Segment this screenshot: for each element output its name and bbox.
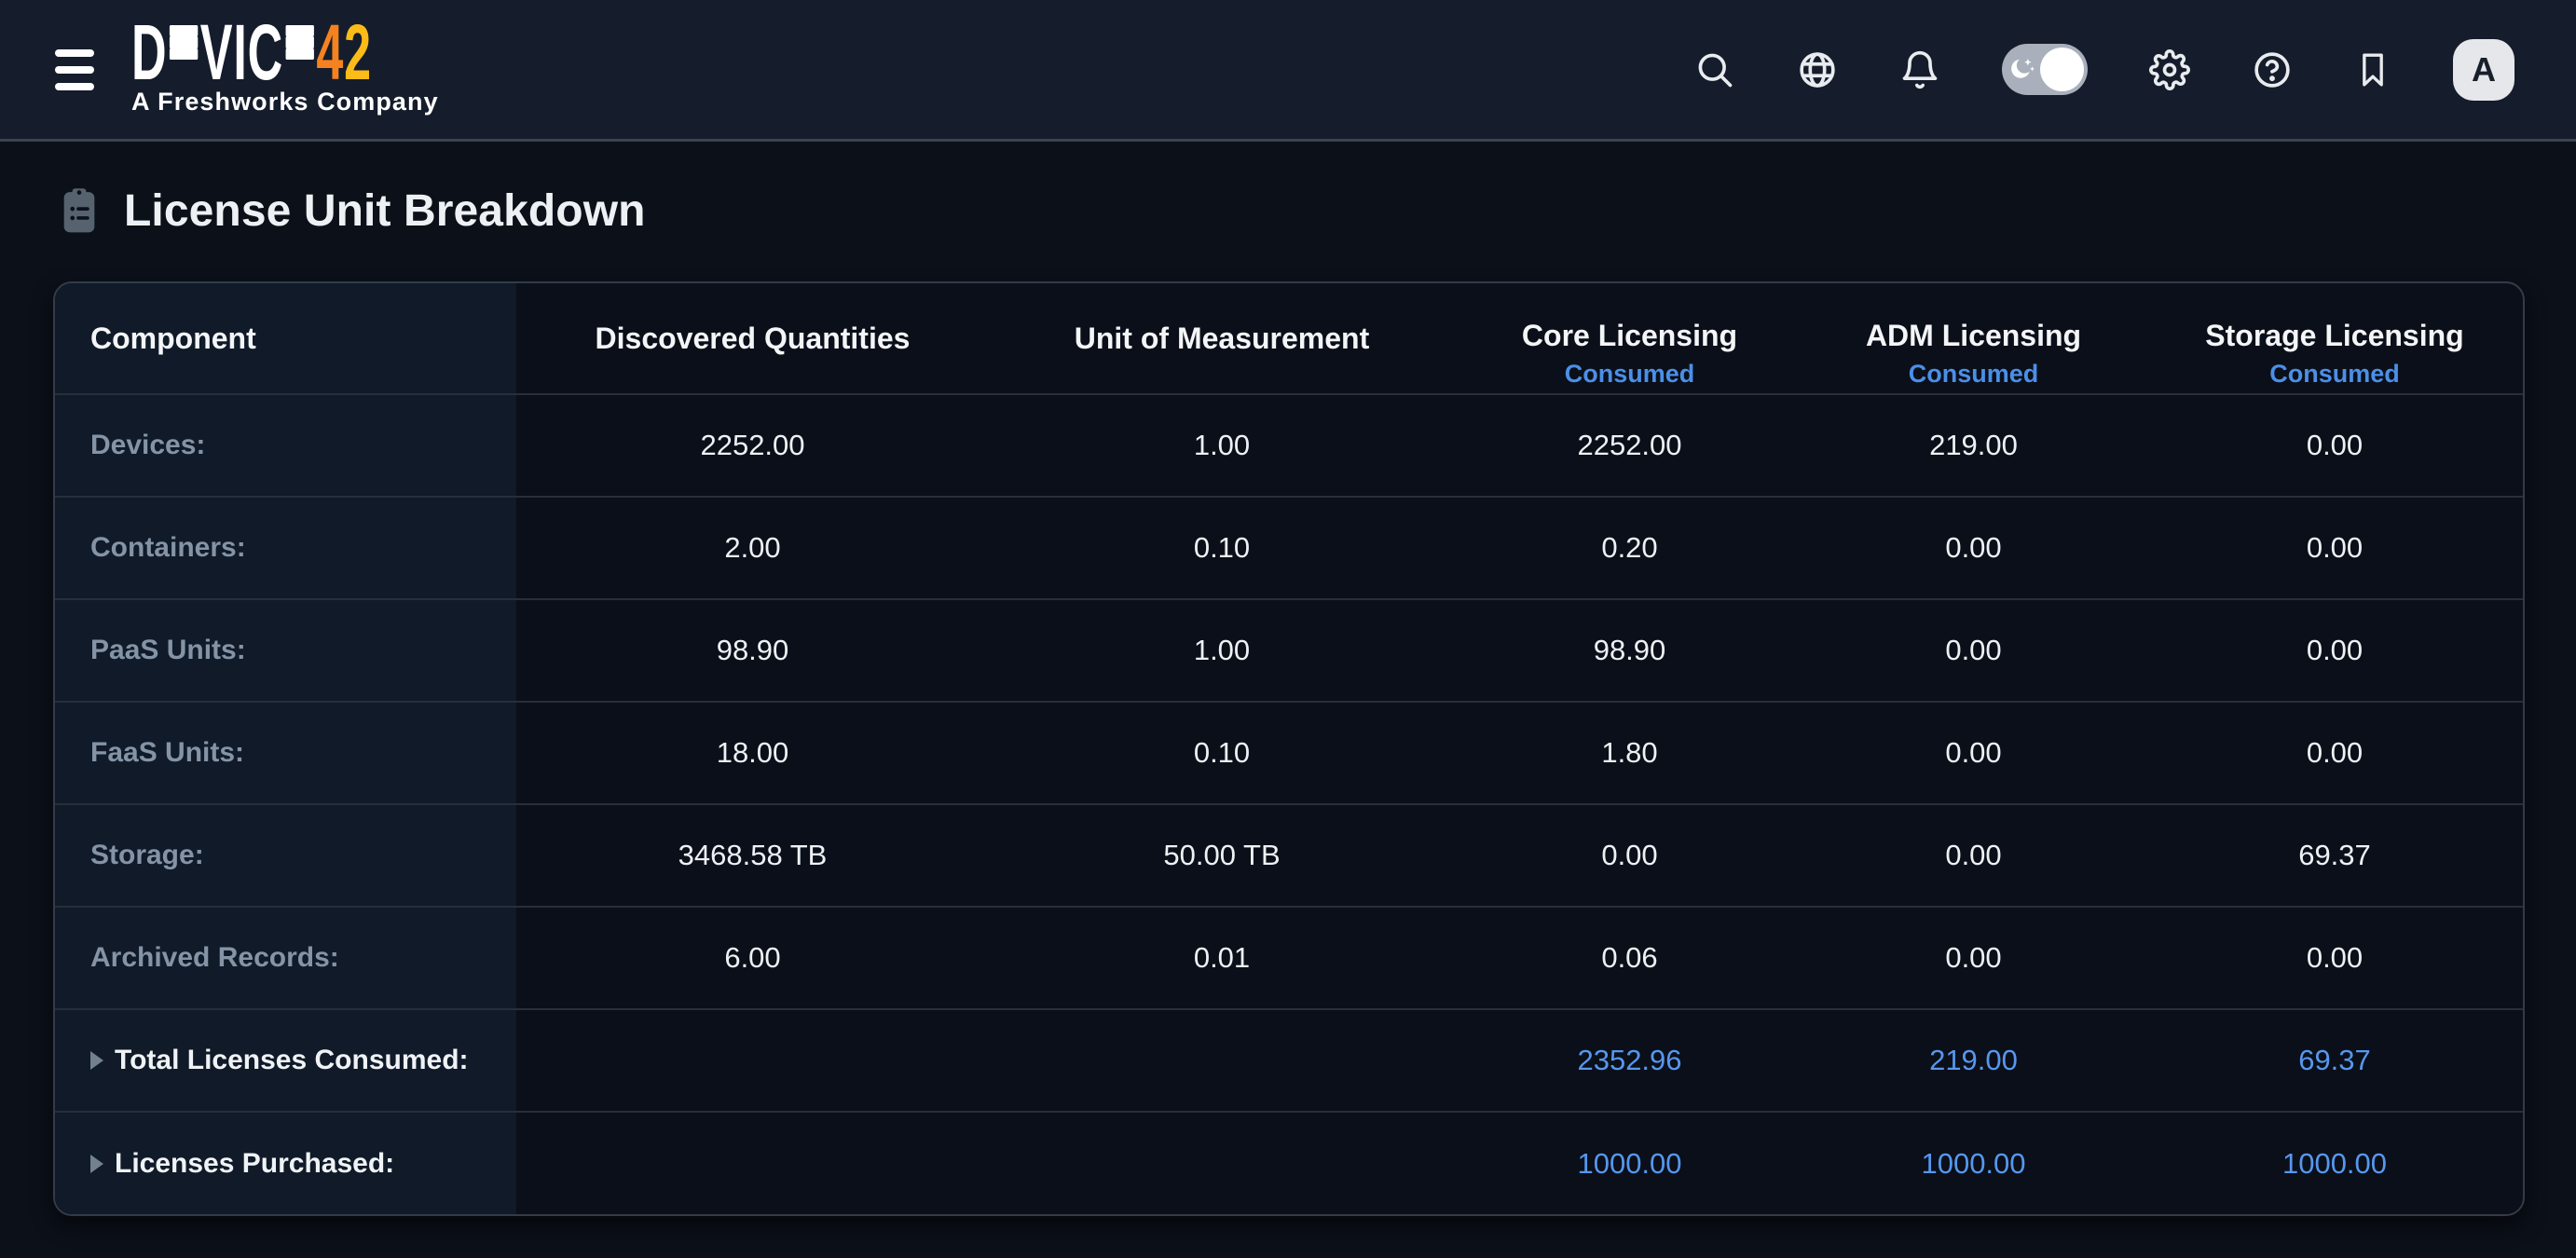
cell-component: FaaS Units: bbox=[55, 702, 516, 804]
cell-discovered bbox=[516, 1009, 989, 1112]
page-title: License Unit Breakdown bbox=[124, 185, 646, 237]
cell-core: 2252.00 bbox=[1455, 394, 1804, 497]
col-header-core: Core Licensing Consumed bbox=[1455, 283, 1804, 394]
cell-adm: 219.00 bbox=[1804, 394, 2143, 497]
top-navbar: DVIC42 A Freshworks Company bbox=[0, 0, 2576, 142]
bookmark-button[interactable] bbox=[2354, 49, 2391, 90]
cell-adm: 1000.00 bbox=[1804, 1112, 2143, 1214]
logo-text: DVIC42 bbox=[131, 22, 372, 82]
cell-adm: 0.00 bbox=[1804, 804, 2143, 907]
cell-core: 1000.00 bbox=[1455, 1112, 1804, 1214]
cell-unit: 50.00 TB bbox=[989, 804, 1455, 907]
avatar[interactable]: A bbox=[2453, 39, 2514, 101]
table-row: Archived Records: 6.00 0.01 0.06 0.00 0.… bbox=[55, 907, 2525, 1009]
table-row: Containers: 2.00 0.10 0.20 0.00 0.00 bbox=[55, 497, 2525, 599]
license-breakdown-table: Component Discovered Quantities Unit of … bbox=[55, 283, 2525, 1214]
cell-discovered bbox=[516, 1112, 989, 1214]
license-breakdown-table-card: Component Discovered Quantities Unit of … bbox=[53, 281, 2525, 1216]
col-subheader-core-consumed: Consumed bbox=[1565, 360, 1695, 389]
col-header-component: Component bbox=[55, 283, 516, 394]
cell-component: Devices: bbox=[55, 394, 516, 497]
cell-discovered: 2.00 bbox=[516, 497, 989, 599]
expand-arrow-icon bbox=[90, 1155, 103, 1173]
help-icon bbox=[2252, 49, 2293, 90]
page-header: License Unit Breakdown bbox=[53, 183, 2576, 239]
cell-storage: 0.00 bbox=[2143, 394, 2525, 497]
gear-icon bbox=[2149, 49, 2190, 90]
cell-storage: 1000.00 bbox=[2143, 1112, 2525, 1214]
bookmark-icon bbox=[2354, 49, 2391, 90]
cell-storage: 69.37 bbox=[2143, 1009, 2525, 1112]
cell-adm: 0.00 bbox=[1804, 907, 2143, 1009]
notifications-button[interactable] bbox=[1899, 49, 1940, 90]
cell-adm: 0.00 bbox=[1804, 497, 2143, 599]
cell-core: 0.00 bbox=[1455, 804, 1804, 907]
table-row: Devices: 2252.00 1.00 2252.00 219.00 0.0… bbox=[55, 394, 2525, 497]
cell-unit: 0.01 bbox=[989, 907, 1455, 1009]
logo-letter-e bbox=[286, 25, 314, 80]
table-row-total-consumed: Total Licenses Consumed: 2352.96 219.00 … bbox=[55, 1009, 2525, 1112]
help-button[interactable] bbox=[2252, 49, 2293, 90]
col-header-discovered: Discovered Quantities bbox=[516, 283, 989, 394]
col-header-unit: Unit of Measurement bbox=[989, 283, 1455, 394]
table-header-row: Component Discovered Quantities Unit of … bbox=[55, 283, 2525, 394]
cell-adm: 0.00 bbox=[1804, 599, 2143, 702]
table-row: PaaS Units: 98.90 1.00 98.90 0.00 0.00 bbox=[55, 599, 2525, 702]
col-header-adm: ADM Licensing Consumed bbox=[1804, 283, 2143, 394]
cell-core: 98.90 bbox=[1455, 599, 1804, 702]
settings-button[interactable] bbox=[2149, 49, 2190, 90]
cell-storage: 0.00 bbox=[2143, 599, 2525, 702]
cell-storage: 0.00 bbox=[2143, 907, 2525, 1009]
clipboard-list-icon bbox=[53, 183, 105, 239]
cell-adm: 0.00 bbox=[1804, 702, 2143, 804]
cell-storage: 0.00 bbox=[2143, 702, 2525, 804]
cell-core: 2352.96 bbox=[1455, 1009, 1804, 1112]
expand-total-consumed[interactable]: Total Licenses Consumed: bbox=[55, 1009, 516, 1112]
theme-toggle[interactable] bbox=[2002, 44, 2088, 95]
col-subheader-adm-consumed: Consumed bbox=[1909, 360, 2039, 389]
cell-discovered: 6.00 bbox=[516, 907, 989, 1009]
cell-storage: 69.37 bbox=[2143, 804, 2525, 907]
col-subheader-storage-consumed: Consumed bbox=[2269, 360, 2400, 389]
table-row: Storage: 3468.58 TB 50.00 TB 0.00 0.00 6… bbox=[55, 804, 2525, 907]
expand-arrow-icon bbox=[90, 1051, 103, 1070]
cell-component: Archived Records: bbox=[55, 907, 516, 1009]
cell-unit: 0.10 bbox=[989, 702, 1455, 804]
cell-discovered: 2252.00 bbox=[516, 394, 989, 497]
search-button[interactable] bbox=[1694, 49, 1735, 90]
cell-discovered: 3468.58 TB bbox=[516, 804, 989, 907]
language-button[interactable] bbox=[1797, 49, 1838, 90]
cell-adm: 219.00 bbox=[1804, 1009, 2143, 1112]
cell-component: Containers: bbox=[55, 497, 516, 599]
moon-icon bbox=[2007, 55, 2037, 85]
cell-unit: 0.10 bbox=[989, 497, 1455, 599]
logo: DVIC42 A Freshworks Company bbox=[131, 22, 519, 116]
cell-discovered: 98.90 bbox=[516, 599, 989, 702]
table-row: FaaS Units: 18.00 0.10 1.80 0.00 0.00 bbox=[55, 702, 2525, 804]
cell-storage: 0.00 bbox=[2143, 497, 2525, 599]
main-content: License Unit Breakdown Component Discove… bbox=[0, 183, 2576, 1216]
cell-unit bbox=[989, 1112, 1455, 1214]
avatar-initial: A bbox=[2472, 50, 2496, 89]
expand-licenses-purchased[interactable]: Licenses Purchased: bbox=[55, 1112, 516, 1214]
cell-component: PaaS Units: bbox=[55, 599, 516, 702]
cell-discovered: 18.00 bbox=[516, 702, 989, 804]
menu-icon[interactable] bbox=[53, 46, 96, 94]
toggle-knob bbox=[2040, 48, 2084, 91]
col-header-storage: Storage Licensing Consumed bbox=[2143, 283, 2525, 394]
navbar-actions: A bbox=[1694, 39, 2514, 101]
cell-component: Storage: bbox=[55, 804, 516, 907]
cell-unit: 1.00 bbox=[989, 599, 1455, 702]
search-icon bbox=[1694, 49, 1735, 90]
cell-unit: 1.00 bbox=[989, 394, 1455, 497]
logo-letter-e bbox=[170, 25, 198, 80]
bell-icon bbox=[1899, 49, 1940, 90]
table-row-licenses-purchased: Licenses Purchased: 1000.00 1000.00 1000… bbox=[55, 1112, 2525, 1214]
cell-core: 1.80 bbox=[1455, 702, 1804, 804]
cell-core: 0.20 bbox=[1455, 497, 1804, 599]
cell-unit bbox=[989, 1009, 1455, 1112]
globe-icon bbox=[1797, 49, 1838, 90]
cell-core: 0.06 bbox=[1455, 907, 1804, 1009]
